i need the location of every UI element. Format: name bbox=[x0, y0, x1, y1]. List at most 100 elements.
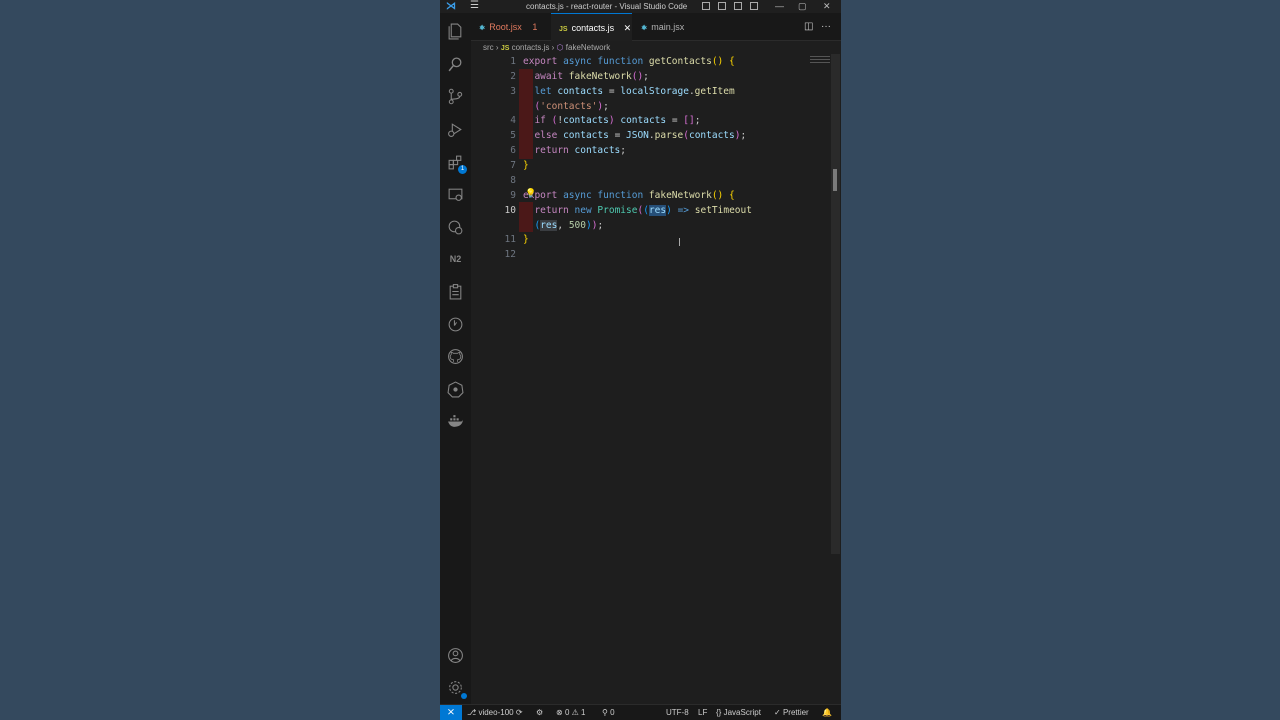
minimize-button[interactable]: — bbox=[775, 0, 784, 13]
branch-icon: ⎇ bbox=[467, 708, 477, 717]
line-number: 4 bbox=[510, 115, 516, 126]
prettier-status[interactable]: ✓ Prettier bbox=[774, 705, 809, 720]
chevron-right-icon: › bbox=[495, 43, 499, 52]
accounts-icon[interactable] bbox=[447, 647, 464, 664]
layout-secondary-sidebar-icon[interactable] bbox=[734, 2, 742, 10]
source-control-icon[interactable] bbox=[447, 88, 464, 105]
launchpad-icon[interactable]: ⚙ bbox=[536, 705, 543, 720]
run-debug-icon[interactable] bbox=[447, 121, 464, 138]
window-title: contacts.js - react-router - Visual Stud… bbox=[526, 2, 688, 11]
vscode-window: ⋊ ☰ contacts.js - react-router - Visual … bbox=[440, 0, 841, 720]
scrollbar-thumb[interactable] bbox=[833, 169, 837, 191]
kubernetes-icon[interactable] bbox=[447, 381, 464, 398]
code-line: if (!contacts) contacts = []; bbox=[534, 115, 701, 126]
mouse-cursor-icon bbox=[679, 238, 682, 246]
layout-panel-icon[interactable] bbox=[718, 2, 726, 10]
react-file-icon: ⚛ bbox=[641, 25, 648, 32]
line-number: 9 bbox=[510, 190, 516, 201]
ports-indicator[interactable]: ⚲ 0 bbox=[602, 705, 615, 720]
tab-label: main.jsx bbox=[651, 22, 685, 32]
line-number: 7 bbox=[510, 160, 516, 171]
tab-main-jsx[interactable]: ⚛ main.jsx bbox=[641, 13, 684, 41]
code-line: return contacts; bbox=[534, 145, 627, 156]
code-line: ('contacts'); bbox=[534, 101, 609, 112]
more-actions-icon[interactable]: ··· bbox=[821, 13, 831, 41]
breadcrumb: src › JS contacts.js › ⬡ fakeNetwork bbox=[471, 41, 841, 54]
search-icon[interactable] bbox=[447, 56, 464, 73]
tab-contacts-js[interactable]: JS contacts.js ✕ bbox=[551, 13, 632, 41]
activity-bar: 1 N2 bbox=[440, 13, 471, 704]
warning-icon: ⚠ bbox=[571, 708, 579, 717]
line-number-active: 10 bbox=[504, 205, 516, 216]
git-branch[interactable]: ⎇ video-100 ⟳ bbox=[467, 705, 523, 720]
eol-selector[interactable]: LF bbox=[698, 705, 707, 720]
line-number: 12 bbox=[504, 249, 516, 260]
sync-icon: ⟳ bbox=[515, 708, 523, 717]
problems-indicator[interactable]: ⊗ 0 ⚠ 1 bbox=[556, 705, 585, 720]
line-number: 11 bbox=[504, 234, 516, 245]
explorer-icon[interactable] bbox=[447, 23, 464, 40]
lightbulb-icon[interactable]: 💡 bbox=[525, 188, 536, 199]
braces-icon: {} bbox=[716, 708, 722, 717]
split-editor-icon[interactable]: ◫ bbox=[804, 13, 813, 41]
code-line: let contacts = localStorage.getItem bbox=[534, 86, 735, 97]
editor-tab-bar: ⚛ Root.jsx 1 JS contacts.js ✕ ⚛ main.jsx ◫ … bbox=[471, 13, 841, 41]
code-line: } bbox=[523, 160, 529, 171]
tab-label: Root.jsx bbox=[489, 22, 522, 32]
code-line: else contacts = JSON.parse(contacts); bbox=[534, 130, 747, 141]
encoding-selector[interactable]: UTF-8 bbox=[666, 705, 689, 720]
docker-icon[interactable] bbox=[447, 413, 464, 430]
minimap[interactable] bbox=[810, 54, 830, 68]
remote-indicator-icon[interactable]: ⨯ bbox=[440, 705, 462, 720]
code-line: return new Promise((res) => setTimeout bbox=[534, 205, 752, 216]
chevron-right-icon: › bbox=[551, 43, 555, 52]
status-bar: ⨯ ⎇ video-100 ⟳ ⚙ ⊗ 0 ⚠ 1 ⚲ 0 UTF-8 LF {… bbox=[440, 704, 841, 720]
code-line: export async function getContacts() { bbox=[523, 56, 735, 67]
error-icon: ⊗ bbox=[556, 708, 563, 717]
timeline-icon[interactable] bbox=[447, 316, 464, 333]
update-dot bbox=[461, 693, 467, 699]
react-file-icon: ⚛ bbox=[479, 25, 486, 32]
check-icon: ✓ bbox=[774, 708, 781, 717]
remote-explorer-icon[interactable] bbox=[447, 186, 464, 203]
close-tab-icon[interactable]: ✕ bbox=[624, 23, 632, 33]
code-line: export async function fakeNetwork() { bbox=[523, 190, 735, 201]
vscode-logo-icon: ⋊ bbox=[446, 1, 456, 12]
problem-count: 1 bbox=[532, 22, 538, 32]
language-mode[interactable]: {} JavaScript bbox=[716, 705, 761, 720]
extensions-icon[interactable]: 1 bbox=[447, 154, 467, 174]
line-number: 6 bbox=[510, 145, 516, 156]
breadcrumb-folder[interactable]: src bbox=[483, 43, 494, 52]
line-number: 3 bbox=[510, 86, 516, 97]
line-number: 8 bbox=[510, 175, 516, 186]
clipboard-icon[interactable] bbox=[447, 283, 464, 300]
n2-icon[interactable]: N2 bbox=[447, 251, 464, 268]
vertical-scrollbar[interactable] bbox=[831, 54, 840, 554]
line-number: 2 bbox=[510, 71, 516, 82]
customize-layout-icon[interactable] bbox=[750, 2, 758, 10]
broadcast-icon: ⚲ bbox=[602, 708, 608, 717]
line-number: 1 bbox=[510, 56, 516, 67]
code-line: await fakeNetwork(); bbox=[534, 71, 649, 82]
code-line: (res, 500)); bbox=[534, 220, 604, 231]
manage-gear-icon[interactable] bbox=[447, 679, 467, 699]
layout-sidebar-icon[interactable] bbox=[702, 2, 710, 10]
js-file-icon: JS bbox=[500, 45, 510, 52]
menu-icon[interactable]: ☰ bbox=[470, 0, 479, 13]
line-number: 5 bbox=[510, 130, 516, 141]
breadcrumb-symbol[interactable]: fakeNetwork bbox=[566, 43, 610, 52]
code-line: } bbox=[523, 234, 529, 245]
close-window-button[interactable]: ✕ bbox=[823, 0, 831, 13]
js-file-icon: JS bbox=[559, 26, 568, 33]
tab-root-jsx[interactable]: ⚛ Root.jsx 1 bbox=[479, 13, 537, 41]
extensions-badge: 1 bbox=[458, 165, 467, 174]
title-bar: ⋊ ☰ contacts.js - react-router - Visual … bbox=[440, 0, 841, 13]
maximize-button[interactable]: ▢ bbox=[798, 0, 807, 13]
settings-sync-icon[interactable] bbox=[447, 219, 464, 236]
function-symbol-icon: ⬡ bbox=[556, 43, 564, 52]
github-icon[interactable] bbox=[447, 348, 464, 365]
breadcrumb-file[interactable]: contacts.js bbox=[512, 43, 550, 52]
tab-label: contacts.js bbox=[571, 23, 615, 33]
notifications-bell-icon[interactable]: 🔔 bbox=[822, 705, 832, 720]
code-editor[interactable]: 1 2 3 4 5 6 7 8 9 10 11 12 export async … bbox=[471, 54, 841, 704]
